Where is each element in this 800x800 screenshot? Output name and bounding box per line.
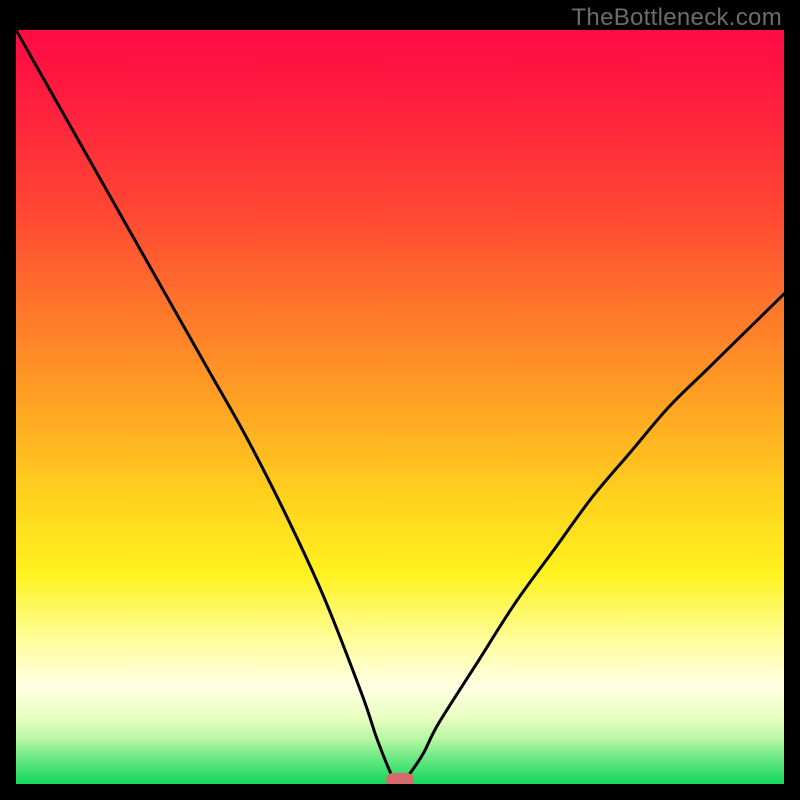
minimum-marker — [386, 773, 414, 784]
curve-path — [16, 30, 784, 784]
bottleneck-curve — [16, 30, 784, 784]
watermark-text: TheBottleneck.com — [571, 4, 782, 32]
plot-area — [16, 30, 784, 784]
chart-container: TheBottleneck.com — [0, 0, 800, 800]
